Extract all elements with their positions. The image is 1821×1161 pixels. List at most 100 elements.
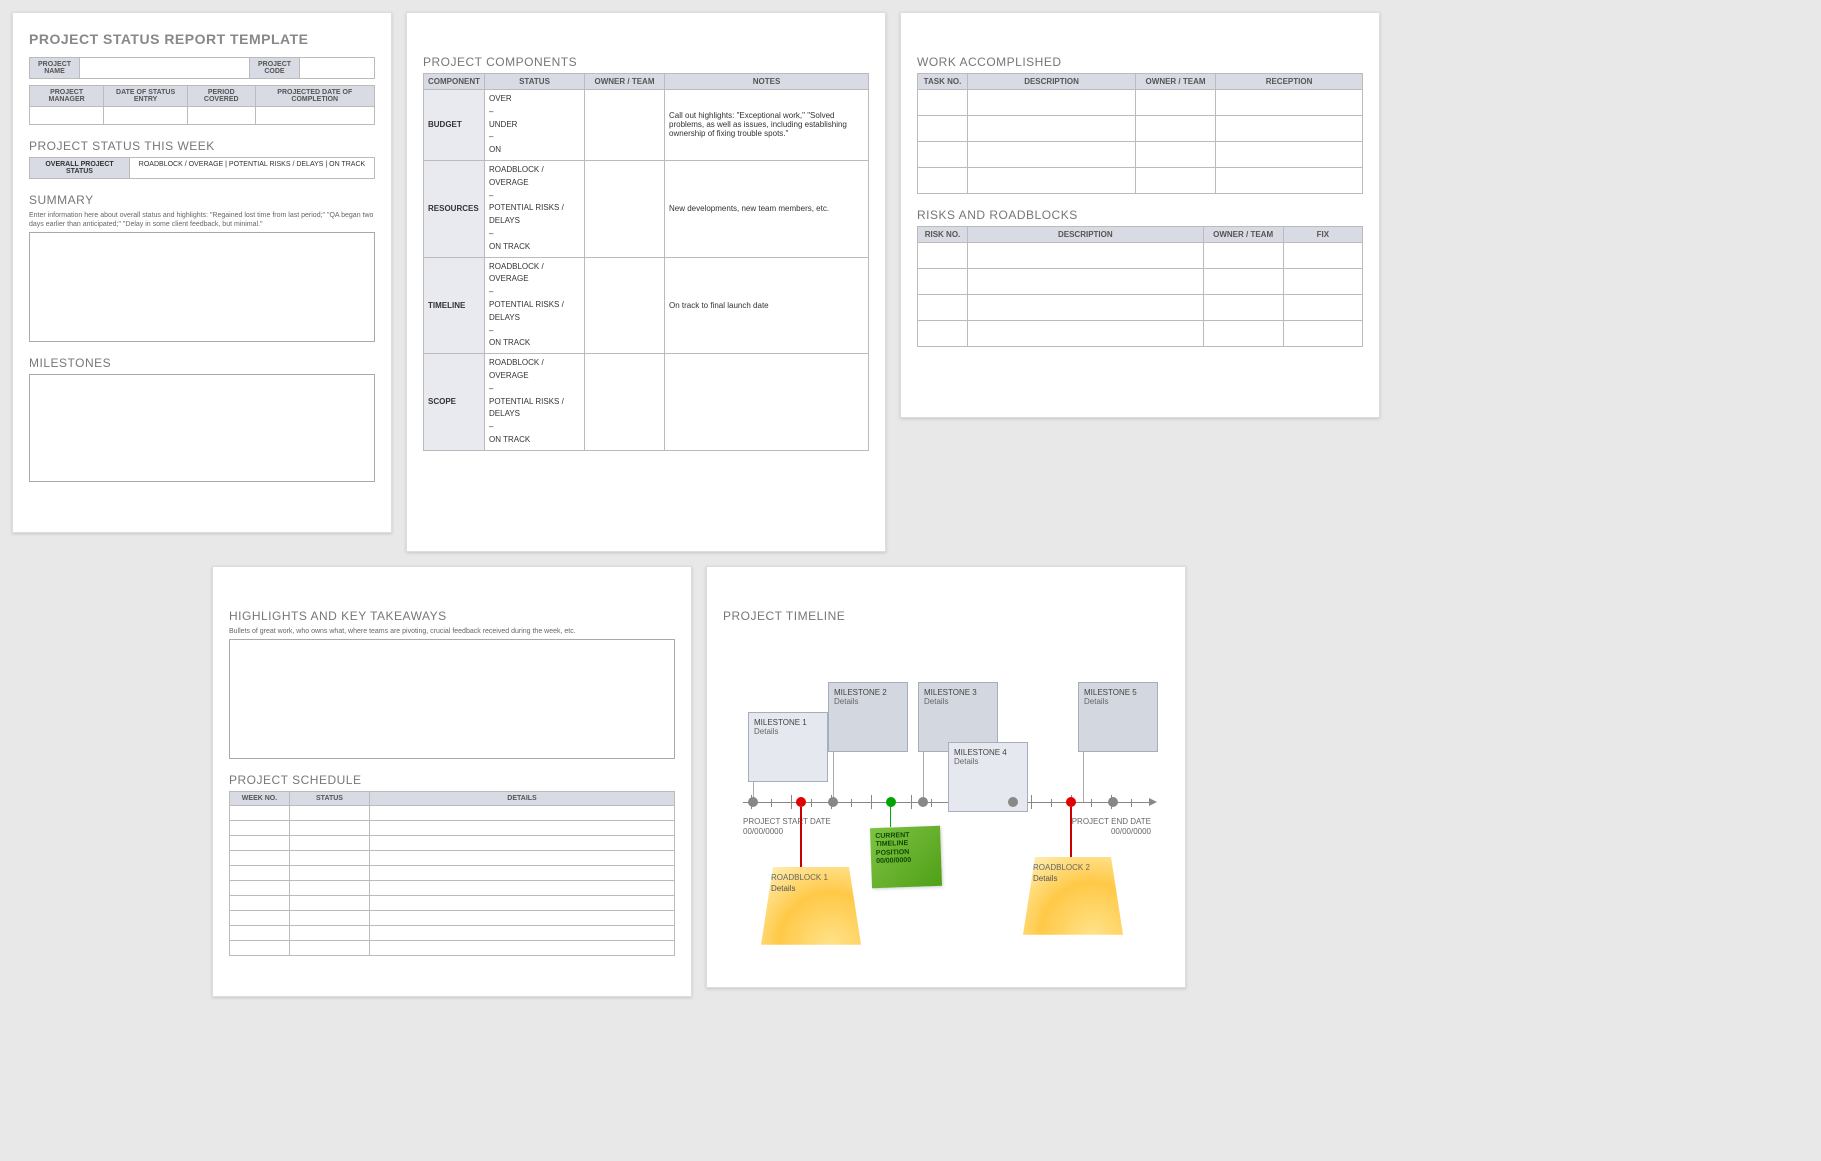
tick-minor	[771, 799, 772, 807]
col-completion: PROJECTED DATE OF COMPLETION	[255, 86, 375, 107]
roadblock-2-details: Details	[1033, 874, 1113, 883]
current-leader	[890, 807, 891, 827]
schedule-table: WEEK NO. STATUS DETAILS	[229, 791, 675, 956]
label-project-name: PROJECT NAME	[30, 58, 80, 79]
wa-row[interactable]	[918, 116, 1363, 142]
cell-period[interactable]	[187, 107, 255, 125]
section-highlights: HIGHLIGHTS AND KEY TAKEAWAYS	[229, 609, 675, 623]
leader-line	[923, 752, 924, 802]
sch-h-1: STATUS	[290, 791, 370, 805]
comp-budget: BUDGET	[424, 90, 485, 161]
tick	[1031, 795, 1032, 809]
input-project-name[interactable]	[80, 58, 250, 79]
tick-minor	[1051, 799, 1052, 807]
work-accomplished-table: TASK NO. DESCRIPTION OWNER / TEAM RECEPT…	[917, 73, 1363, 194]
comp-h-2: OWNER / TEAM	[585, 74, 665, 90]
roadblock-line	[800, 807, 802, 867]
roadblock-1-details: Details	[771, 884, 851, 893]
milestone-5-details: Details	[1084, 697, 1152, 706]
tick-minor	[1091, 799, 1092, 807]
comp-timeline-status: ROADBLOCK / OVERAGE – POTENTIAL RISKS / …	[485, 257, 585, 354]
comp-h-0: COMPONENT	[424, 74, 485, 90]
milestone-dot	[918, 797, 928, 807]
sch-row[interactable]	[230, 910, 675, 925]
section-work-accomplished: WORK ACCOMPLISHED	[917, 55, 1363, 69]
col-pm: PROJECT MANAGER	[30, 86, 104, 107]
milestones-box[interactable]	[29, 374, 375, 482]
label-project-code: PROJECT CODE	[250, 58, 300, 79]
name-code-table: PROJECT NAME PROJECT CODE	[29, 57, 375, 79]
risks-roadblocks-table: RISK NO. DESCRIPTION OWNER / TEAM FIX	[917, 226, 1363, 347]
tick	[791, 795, 792, 809]
highlights-hint: Bullets of great work, who owns what, wh…	[229, 627, 675, 636]
row-1: PROJECT STATUS REPORT TEMPLATE PROJECT N…	[12, 12, 1809, 552]
roadblock-line	[1070, 807, 1072, 857]
summary-box[interactable]	[29, 232, 375, 342]
rr-h-0: RISK NO.	[918, 227, 968, 243]
rr-row[interactable]	[918, 269, 1363, 295]
tick-minor	[931, 799, 932, 807]
rr-h-3: FIX	[1283, 227, 1362, 243]
page-3: WORK ACCOMPLISHED TASK NO. DESCRIPTION O…	[900, 12, 1380, 418]
rr-h-1: DESCRIPTION	[968, 227, 1204, 243]
milestone-4-title: MILESTONE 4	[954, 748, 1022, 757]
tick	[911, 795, 912, 809]
rr-row[interactable]	[918, 243, 1363, 269]
milestone-5-box: MILESTONE 5 Details	[1078, 682, 1158, 752]
comp-resources-owner[interactable]	[585, 160, 665, 257]
input-project-code[interactable]	[300, 58, 375, 79]
comp-budget-owner[interactable]	[585, 90, 665, 161]
page-2: PROJECT COMPONENTS COMPONENT STATUS OWNE…	[406, 12, 886, 552]
comp-scope-notes	[665, 354, 869, 451]
section-schedule: PROJECT SCHEDULE	[229, 773, 675, 787]
comp-timeline-owner[interactable]	[585, 257, 665, 354]
sch-row[interactable]	[230, 820, 675, 835]
comp-budget-notes: Call out highlights: "Exceptional work,"…	[665, 90, 869, 161]
status-options: ROADBLOCK / OVERAGE | POTENTIAL RISKS / …	[130, 158, 375, 179]
sch-row[interactable]	[230, 850, 675, 865]
milestone-4-details: Details	[954, 757, 1022, 766]
sch-row[interactable]	[230, 925, 675, 940]
arrow-icon	[1149, 798, 1157, 806]
comp-scope-owner[interactable]	[585, 354, 665, 451]
comp-timeline-notes: On track to final launch date	[665, 257, 869, 354]
meta-table: PROJECT MANAGER DATE OF STATUS ENTRY PER…	[29, 85, 375, 125]
wa-row[interactable]	[918, 90, 1363, 116]
rr-row[interactable]	[918, 295, 1363, 321]
cell-date[interactable]	[104, 107, 188, 125]
tick	[871, 795, 872, 809]
comp-row-budget: BUDGET OVER – UNDER – ON Call out highli…	[424, 90, 869, 161]
section-risks-roadblocks: RISKS AND ROADBLOCKS	[917, 208, 1363, 222]
roadblock-1-box: ROADBLOCK 1 Details	[761, 867, 861, 945]
cell-completion[interactable]	[255, 107, 375, 125]
comp-scope: SCOPE	[424, 354, 485, 451]
page-title: PROJECT STATUS REPORT TEMPLATE	[29, 31, 375, 47]
col-date: DATE OF STATUS ENTRY	[104, 86, 188, 107]
wa-row[interactable]	[918, 142, 1363, 168]
wa-row[interactable]	[918, 168, 1363, 194]
comp-timeline: TIMELINE	[424, 257, 485, 354]
leader-line	[1083, 752, 1084, 802]
sch-row[interactable]	[230, 880, 675, 895]
wa-h-0: TASK NO.	[918, 74, 968, 90]
sch-row[interactable]	[230, 940, 675, 955]
wa-h-1: DESCRIPTION	[968, 74, 1136, 90]
roadblock-1-title: ROADBLOCK 1	[771, 873, 851, 882]
current-position-dot	[886, 797, 896, 807]
milestone-dot	[828, 797, 838, 807]
tick-minor	[851, 799, 852, 807]
milestone-1-box: MILESTONE 1 Details	[748, 712, 828, 782]
sch-row[interactable]	[230, 865, 675, 880]
section-summary: SUMMARY	[29, 193, 375, 207]
rr-row[interactable]	[918, 321, 1363, 347]
sch-row[interactable]	[230, 895, 675, 910]
cell-pm[interactable]	[30, 107, 104, 125]
label-overall-status: OVERALL PROJECT STATUS	[30, 158, 130, 179]
highlights-box[interactable]	[229, 639, 675, 759]
section-timeline: PROJECT TIMELINE	[723, 609, 1169, 623]
sch-row[interactable]	[230, 805, 675, 820]
sch-row[interactable]	[230, 835, 675, 850]
sch-h-0: WEEK NO.	[230, 791, 290, 805]
comp-row-scope: SCOPE ROADBLOCK / OVERAGE – POTENTIAL RI…	[424, 354, 869, 451]
milestone-dot	[1008, 797, 1018, 807]
